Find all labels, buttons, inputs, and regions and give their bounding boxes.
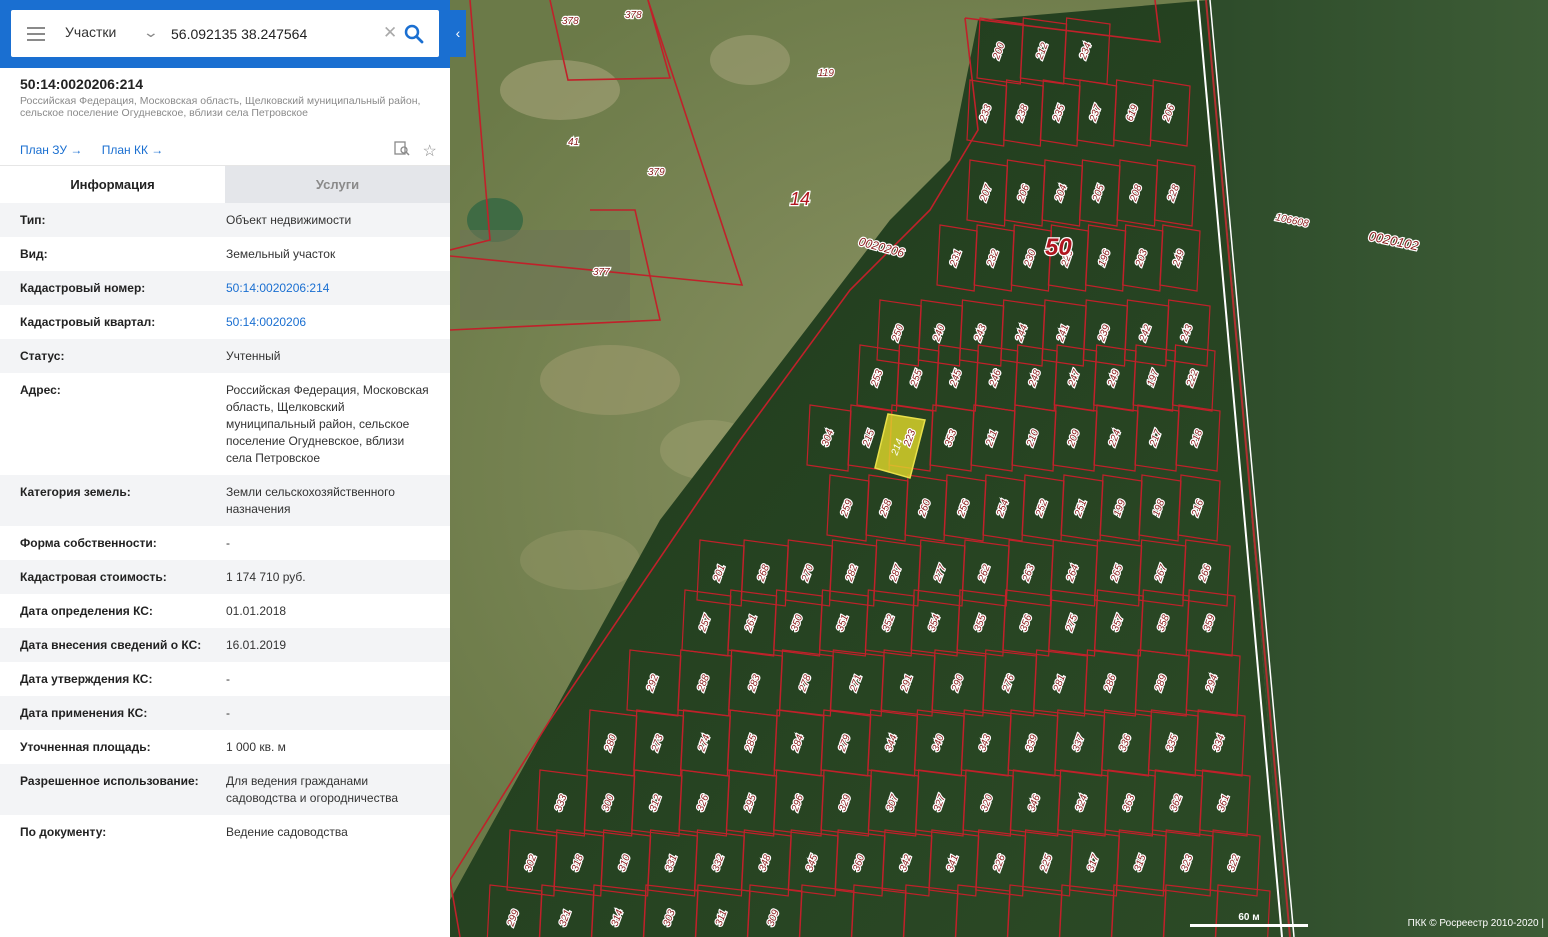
property-key: Вид: xyxy=(20,247,48,261)
parcel-label: 377 xyxy=(593,267,610,278)
property-value: Российская Федерация, Московская область… xyxy=(226,383,429,465)
attribution: ПКК © Росреестр 2010-2020 | xyxy=(1407,918,1544,929)
property-value: 1 000 кв. м xyxy=(226,740,286,754)
map-label-district: 50 xyxy=(1045,234,1072,261)
map-label-zone: 14 xyxy=(790,189,810,209)
property-key: Кадастровый квартал: xyxy=(20,315,156,329)
property-value[interactable]: 50:14:0020206 xyxy=(226,314,431,331)
property-value: 01.01.2018 xyxy=(226,604,287,618)
property-row: Статус: Учтенный xyxy=(0,339,450,373)
property-key: По документу: xyxy=(20,825,107,839)
property-key: Адрес: xyxy=(20,383,61,397)
property-row: Категория земель: Земли сельскохозяйствен… xyxy=(0,475,450,526)
tabs: Информация Услуги xyxy=(0,165,450,203)
property-row: Дата определения КС: 01.01.2018 xyxy=(0,594,450,628)
property-row: Адрес: Российская Федерация, Московская о… xyxy=(0,373,450,475)
property-row: Дата внесения сведений о КС: 16.01.2019 xyxy=(0,628,450,662)
parcel-label: 41 xyxy=(568,137,579,148)
property-row: Кадастровый номер: 50:14:0020206:214 xyxy=(0,271,450,305)
search-bar: Участки ⌄ ✕ xyxy=(0,0,450,68)
property-value: - xyxy=(226,536,230,550)
property-key: Дата утверждения КС: xyxy=(20,672,153,686)
property-key: Кадастровый номер: xyxy=(20,281,146,295)
property-value: Объект недвижимости xyxy=(226,213,352,227)
property-value: Ведение садоводства xyxy=(226,825,348,839)
property-row: Форма собственности: - xyxy=(0,526,450,560)
property-value[interactable]: 50:14:0020206:214 xyxy=(226,280,431,297)
object-tools: ☆ xyxy=(386,140,437,161)
parcel-label: 378 xyxy=(562,16,579,27)
plan-links: План ЗУ → План КК → xyxy=(20,143,179,157)
layer-select[interactable]: Участки xyxy=(65,24,116,40)
property-row: Разрешенное использование: Для ведения гр… xyxy=(0,764,450,815)
tab-info[interactable]: Информация xyxy=(0,166,225,203)
info-panel: Участки ⌄ ✕ 50:14:0020206:214 Российская… xyxy=(0,0,450,937)
property-value: Для ведения гражданами садоводства и ого… xyxy=(226,774,398,805)
search-icon[interactable] xyxy=(403,23,425,45)
property-row: Дата применения КС: - xyxy=(0,696,450,730)
scale-bar: 60 м xyxy=(1190,912,1308,927)
property-key: Дата определения КС: xyxy=(20,604,153,618)
find-on-map-icon[interactable] xyxy=(394,140,410,161)
chevron-down-icon[interactable]: ⌄ xyxy=(143,24,159,41)
menu-icon[interactable] xyxy=(27,27,45,41)
property-key: Форма собственности: xyxy=(20,536,157,550)
property-key: Уточненная площадь: xyxy=(20,740,151,754)
property-value: Земельный участок xyxy=(226,247,336,261)
property-value: Земли сельскохозяйственного назначения xyxy=(226,485,395,516)
property-value: Учтенный xyxy=(226,349,281,363)
star-icon[interactable]: ☆ xyxy=(422,141,436,161)
scale-label: 60 м xyxy=(1238,912,1260,923)
tab-services[interactable]: Услуги xyxy=(225,166,450,203)
property-row: Кадастровая стоимость: 1 174 710 руб. xyxy=(0,560,450,594)
parcel-label: 378 xyxy=(625,10,642,21)
properties-table: Тип: Объект недвижимости Вид: Земельный уча… xyxy=(0,203,450,849)
plan-kk-link[interactable]: План КК → xyxy=(102,143,164,157)
map-canvas[interactable]: 200 212 234233 238 235 237 619 206207 206 204 205 2… xyxy=(450,0,1548,937)
property-value: 1 174 710 руб. xyxy=(226,570,306,584)
property-key: Категория земель: xyxy=(20,485,131,499)
collapse-panel-button[interactable]: ‹ xyxy=(450,10,466,57)
property-key: Дата внесения сведений о КС: xyxy=(20,638,202,652)
property-value: - xyxy=(226,706,230,720)
property-key: Разрешенное использование: xyxy=(20,774,199,788)
property-row: По документу: Ведение садоводства xyxy=(0,815,450,849)
property-key: Статус: xyxy=(20,349,65,363)
property-row: Кадастровый квартал: 50:14:0020206 xyxy=(0,305,450,339)
property-key: Тип: xyxy=(20,213,46,227)
map[interactable]: 200 212 234 233 238 235 237 619 206 207 206 204 205 2… xyxy=(450,0,1548,937)
property-value: 16.01.2019 xyxy=(226,638,287,652)
property-row: Вид: Земельный участок xyxy=(0,237,450,271)
plan-zu-link[interactable]: План ЗУ → xyxy=(20,143,82,157)
object-number: 50:14:0020206:214 xyxy=(20,76,143,92)
scale-line xyxy=(1190,924,1308,927)
parcel-label: 119 xyxy=(818,68,834,79)
property-row: Дата утверждения КС: - xyxy=(0,662,450,696)
object-address: Российская Федерация, Московская область… xyxy=(20,95,421,119)
search-input[interactable] xyxy=(169,22,373,46)
property-key: Дата применения КС: xyxy=(20,706,148,720)
search-box: Участки ⌄ ✕ xyxy=(11,10,439,57)
parcel-label: 379 xyxy=(648,167,665,178)
property-key: Кадастровая стоимость: xyxy=(20,570,167,584)
property-value: - xyxy=(226,672,230,686)
object-header: 50:14:0020206:214 Российская Федерация, … xyxy=(20,76,435,119)
property-row: Тип: Объект недвижимости xyxy=(0,203,450,237)
property-row: Уточненная площадь: 1 000 кв. м xyxy=(0,730,450,764)
close-icon[interactable]: ✕ xyxy=(383,23,397,43)
